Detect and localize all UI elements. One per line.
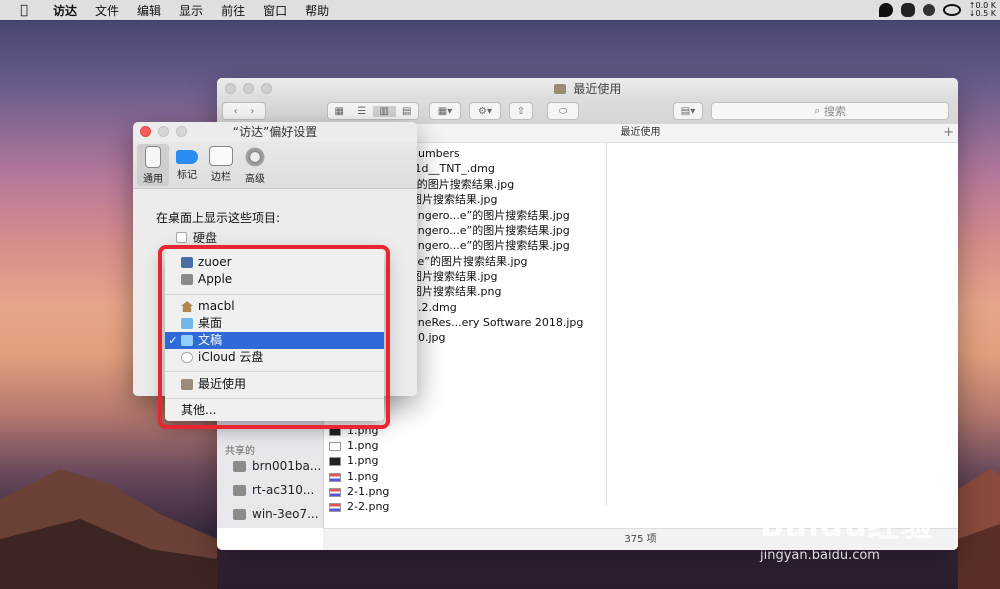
column-view-icon[interactable]: ▥ [373,105,396,117]
menu-file[interactable]: 文件 [95,2,119,19]
hard-disk-checkbox-row[interactable]: 硬盘 [176,229,217,246]
menu-app-finder[interactable]: 访达 [53,2,77,19]
list-item[interactable]: numbers [411,146,460,161]
creative-cloud-icon[interactable] [942,4,961,16]
switch-icon [145,146,161,168]
sidebar-item-shared-2[interactable]: win-3eo7... [233,507,319,521]
finder-title: 最近使用 [573,82,622,96]
image-file-icon [329,441,341,451]
share-icon: ⇧ [516,105,526,117]
list-item[interactable]: .1d__TNT_.dmg [411,161,495,176]
tab-general[interactable]: 通用 [137,144,169,186]
prefs-title: “访达”偏好设置 [232,125,318,139]
menu-window[interactable]: 窗口 [263,2,287,19]
list-item[interactable]: 1.png [329,469,378,484]
back-forward-buttons[interactable]: ‹ › [222,102,266,120]
watermark: Baidu经验 jingyan.baidu.com [760,500,934,563]
tag-icon: ⬭ [558,105,568,117]
bookmark-icon[interactable] [922,4,935,16]
list-item[interactable]: angero...e”的图片搜索结果.jpg [411,238,570,253]
search-field[interactable]: ⌕ 搜索 [711,102,949,120]
column-header: 最近使用 + [323,124,958,143]
minimize-button[interactable] [243,83,254,94]
tag-icon [176,150,198,164]
recents-icon [553,84,566,94]
apple-menu-icon[interactable]:  [16,3,32,18]
finder-titlebar: 最近使用 [217,78,958,100]
list-view-icon[interactable]: ☰ [351,106,374,117]
sidebar-item-shared-1[interactable]: rt-ac310... [233,483,314,497]
net-down: ↓0.5 K [968,9,996,18]
menubar-status-area: ↑0.0 K ↓0.5 K [878,2,1000,18]
grid-icon: ▦▾ [437,105,453,117]
list-item[interactable]: angero...e”的图片搜索结果.jpg [411,223,570,238]
document-icon: ▤▾ [680,105,696,117]
evernote-icon[interactable] [900,3,915,17]
list-item[interactable]: ”的图片搜索结果.jpg [411,177,514,192]
view-mode-segment[interactable]: ▦ ☰ ▥ ▤ [327,102,419,120]
sidebar-icon [209,146,233,166]
list-item[interactable]: 图片搜索结果.jpg [411,192,498,207]
icon-view-icon[interactable]: ▦ [328,106,351,117]
tab-advanced[interactable]: 高级 [239,144,271,186]
menu-view[interactable]: 显示 [179,2,203,19]
action-button[interactable]: ⚙▾ [469,102,501,120]
moon-icon[interactable] [878,3,893,17]
list-item[interactable]: 图片搜索结果.png [411,284,501,299]
zoom-button[interactable] [261,83,272,94]
sidebar-shared-heading: 共享的 [225,446,255,457]
list-item[interactable]: 1.png [329,438,378,453]
prefs-zoom-button[interactable] [176,126,187,137]
monitor-icon [233,460,246,472]
list-item[interactable]: 1.2.dmg [411,300,457,315]
list-item[interactable]: 2-2.png [329,499,389,514]
network-speed: ↑0.0 K ↓0.5 K [969,2,996,18]
tab-tags[interactable]: 标记 [171,144,203,186]
search-placeholder: 搜索 [823,105,846,118]
hard-disk-checkbox[interactable] [176,232,187,243]
back-icon[interactable]: ‹ [234,106,238,117]
list-item[interactable]: ve”的图片搜索结果.jpg [411,254,528,269]
monitor-icon [233,484,246,496]
menu-go[interactable]: 前往 [221,2,245,19]
list-item[interactable]: 1.png [329,453,378,468]
gallery-view-icon[interactable]: ▤ [396,106,419,117]
add-column-icon[interactable]: + [943,124,954,142]
highlight-annotation [158,245,390,429]
list-item[interactable]: 2-1.png [329,484,389,499]
menu-edit[interactable]: 编辑 [137,2,161,19]
image-file-icon [329,472,341,482]
image-file-icon [329,502,341,512]
list-item[interactable]: 图片搜索结果.jpg [411,269,498,284]
monitor-icon [233,508,246,520]
watermark-brand: Baidu经验 [760,506,934,544]
prefs-close-button[interactable] [140,126,151,137]
arrange-button[interactable]: ▤▾ [673,102,703,120]
tag-button[interactable]: ⬭ [547,102,579,120]
menu-bar:  访达 文件 编辑 显示 前往 窗口 帮助 ↑0.0 K ↓0.5 K [0,0,1000,20]
group-button[interactable]: ▦▾ [429,102,461,120]
gear-icon [244,146,266,168]
watermark-url: jingyan.baidu.com [760,548,880,563]
forward-icon[interactable]: › [250,106,254,117]
search-icon: ⌕ [814,104,824,117]
list-item[interactable]: oneRes...ery Software 2018.jpg [411,315,583,330]
desktop-items-label: 在桌面上显示这些项目: [156,211,281,225]
sidebar-item-shared-0[interactable]: brn001ba... [233,459,321,473]
prefs-toolbar: 通用 标记 边栏 高级 [133,142,417,189]
image-file-icon [329,456,341,466]
image-file-icon [329,487,341,497]
prefs-minimize-button[interactable] [158,126,169,137]
prefs-titlebar: “访达”偏好设置 [133,122,417,142]
column-header-title: 最近使用 [620,127,661,138]
menu-help[interactable]: 帮助 [305,2,329,19]
share-button[interactable]: ⇧ [509,102,533,120]
list-item[interactable]: angero...e”的图片搜索结果.jpg [411,208,570,223]
close-button[interactable] [225,83,236,94]
gear-icon: ⚙▾ [478,105,492,117]
tab-sidebar[interactable]: 边栏 [205,144,237,186]
